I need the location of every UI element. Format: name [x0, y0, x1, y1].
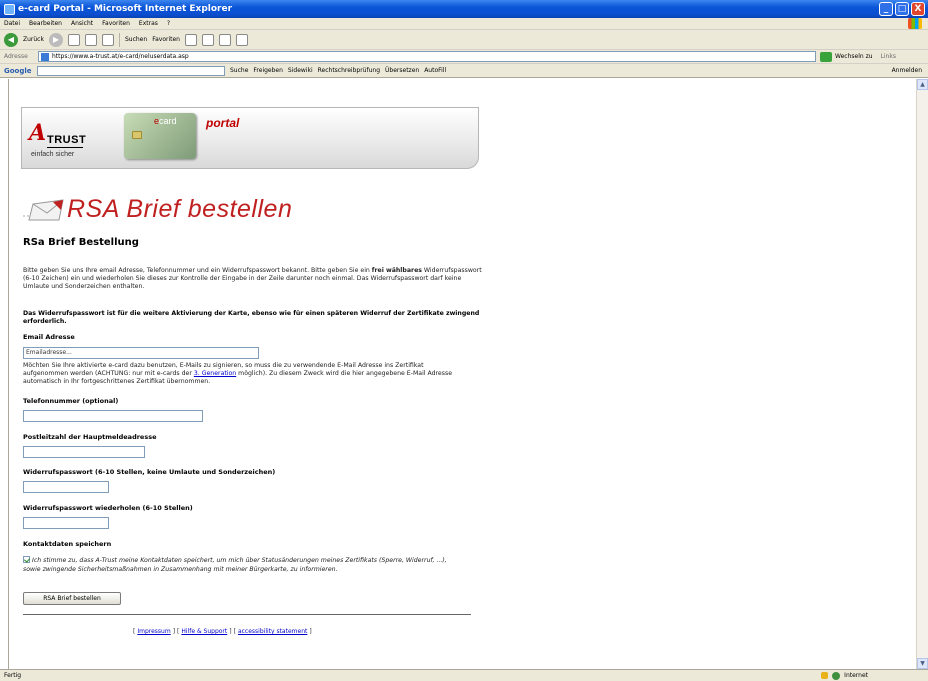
password-repeat-label: Widerrufspasswort wiederholen (6-10 Stel… [23, 504, 193, 512]
menu-datei[interactable]: Datei [4, 20, 20, 27]
messenger-icon[interactable] [235, 33, 248, 46]
menu-bearbeiten[interactable]: Bearbeiten [29, 20, 62, 27]
order-rsa-letter-button[interactable]: RSA Brief bestellen [23, 592, 121, 605]
print-icon[interactable] [218, 33, 231, 46]
menu-extras[interactable]: Extras [139, 20, 158, 27]
form-title: RSa Brief Bestellung [23, 237, 139, 248]
a-trust-logo-word: TRUST [47, 134, 87, 146]
favorites-button[interactable]: Favoriten [152, 36, 180, 43]
minimize-button[interactable]: _ [879, 2, 893, 16]
portal-word: portal [206, 116, 240, 130]
maximize-button[interactable]: □ [895, 2, 909, 16]
password-input[interactable] [23, 481, 109, 493]
zone-label: Internet [844, 672, 868, 679]
google-search-button[interactable]: Suche [230, 67, 248, 74]
email-help-text: Möchten Sie Ihre aktivierte e-card dazu … [23, 362, 463, 386]
ecard-label-word: card [159, 116, 177, 126]
back-arrow-icon[interactable]: ◀ [4, 32, 18, 47]
window-title: e-card Portal - Microsoft Internet Explo… [18, 4, 233, 14]
google-translate-button[interactable]: Übersetzen [385, 67, 419, 74]
search-button[interactable]: Suchen [125, 36, 147, 43]
email-input[interactable]: Emailadresse... [23, 347, 259, 359]
logo-underline [47, 147, 83, 148]
portal-banner: A TRUST einfach sicher ecard portal [21, 107, 479, 169]
status-zone: Internet [821, 672, 868, 680]
ecard-image: ecard [124, 113, 196, 159]
password-repeat-input[interactable] [23, 517, 109, 529]
window-controls: _ □ X [879, 2, 925, 16]
google-logo: Google [4, 66, 32, 75]
consent-block: Ich stimme zu, dass A-Trust meine Kontak… [23, 556, 463, 574]
address-url: https://www.a-trust.at/e-card/neluserdat… [52, 53, 189, 60]
google-toolbar: Google Suche Freigeben Sidewiki Rechtsch… [0, 64, 928, 78]
consent-text: Ich stimme zu, dass A-Trust meine Kontak… [23, 557, 447, 573]
ie-icon [4, 3, 15, 15]
go-arrow-icon[interactable] [820, 51, 832, 62]
close-button[interactable]: X [911, 2, 925, 16]
postal-code-label: Postleitzahl der Hauptmeldeadresse [23, 433, 157, 441]
divider [23, 614, 471, 615]
google-sidewiki-button[interactable]: Sidewiki [288, 67, 313, 74]
password-note: Das Widerrufspasswort ist für die weiter… [23, 310, 480, 325]
forward-arrow-icon[interactable]: ▶ [48, 32, 63, 47]
scroll-up-arrow-icon[interactable]: ▲ [917, 79, 928, 90]
postal-code-input[interactable] [23, 446, 145, 458]
page-title: RSA Brief bestellen [67, 195, 293, 223]
vertical-scrollbar[interactable]: ▲ ▼ [916, 79, 928, 669]
google-autofill-button[interactable]: AutoFill [424, 67, 446, 74]
address-label: Adresse [4, 53, 28, 60]
email-label: Email Adresse [23, 333, 75, 341]
go-button[interactable]: Wechseln zu [835, 53, 873, 60]
footer-link-impressum[interactable]: Impressum [137, 628, 170, 635]
consent-checkbox[interactable] [23, 556, 30, 563]
footer-link-accessibility[interactable]: accessibility statement [238, 628, 307, 635]
window-titlebar: e-card Portal - Microsoft Internet Explo… [0, 0, 928, 18]
mail-icon[interactable] [201, 33, 214, 46]
scroll-down-arrow-icon[interactable]: ▼ [917, 658, 928, 669]
phone-label: Telefonnummer (optional) [23, 397, 119, 405]
phone-input[interactable] [23, 410, 203, 422]
lock-icon [821, 672, 829, 679]
envelope-icon [23, 198, 65, 222]
page-viewport: A TRUST einfach sicher ecard portal RSA … [8, 79, 916, 669]
page-icon [41, 52, 49, 61]
intro-text-bold: frei wählbares [371, 267, 422, 274]
back-button-label[interactable]: Zurück [23, 36, 44, 43]
status-text: Fertig [4, 672, 22, 679]
menu-favoriten[interactable]: Favoriten [102, 20, 130, 27]
google-share-button[interactable]: Freigeben [253, 67, 283, 74]
menu-bar: Datei Bearbeiten Ansicht Favoriten Extra… [0, 18, 928, 30]
toolbar-separator [118, 32, 120, 47]
links-button[interactable]: Links [881, 53, 896, 60]
password-label: Widerrufspasswort (6-10 Stellen, keine U… [23, 468, 276, 476]
history-icon[interactable] [184, 33, 197, 46]
card-chip-icon [132, 131, 142, 139]
intro-text-part1: Bitte geben Sie uns Ihre email Adresse, … [23, 267, 372, 274]
third-generation-link[interactable]: 3. Generation [194, 370, 236, 377]
windows-logo-icon [908, 18, 922, 29]
google-spellcheck-button[interactable]: Rechtschreibprüfung [318, 67, 380, 74]
intro-text: Bitte geben Sie uns Ihre email Adresse, … [23, 267, 485, 291]
footer-link-help[interactable]: Hilfe & Support [181, 628, 227, 635]
google-search-input[interactable] [37, 65, 225, 76]
a-trust-tagline: einfach sicher [31, 151, 75, 158]
refresh-icon[interactable] [84, 33, 97, 46]
menu-ansicht[interactable]: Ansicht [71, 20, 93, 27]
a-trust-logo-letter: A [29, 120, 47, 146]
google-signin-button[interactable]: Anmelden [892, 67, 922, 74]
page-heading: RSA Brief bestellen [23, 195, 292, 224]
menu-help[interactable]: ? [167, 20, 170, 27]
stop-icon[interactable] [67, 33, 80, 46]
footer-links: [Impressum] [Hilfe & Support] [accessibi… [133, 628, 312, 635]
status-bar: Fertig Internet [0, 669, 928, 681]
globe-icon [832, 672, 841, 680]
ecard-label: ecard [154, 116, 177, 126]
address-input[interactable]: https://www.a-trust.at/e-card/neluserdat… [38, 51, 816, 62]
toolbar: ◀ Zurück ▶ Suchen Favoriten [0, 30, 928, 50]
home-icon[interactable] [101, 33, 114, 46]
save-contact-label: Kontaktdaten speichern [23, 540, 112, 548]
address-bar: Adresse https://www.a-trust.at/e-card/ne… [0, 50, 928, 64]
